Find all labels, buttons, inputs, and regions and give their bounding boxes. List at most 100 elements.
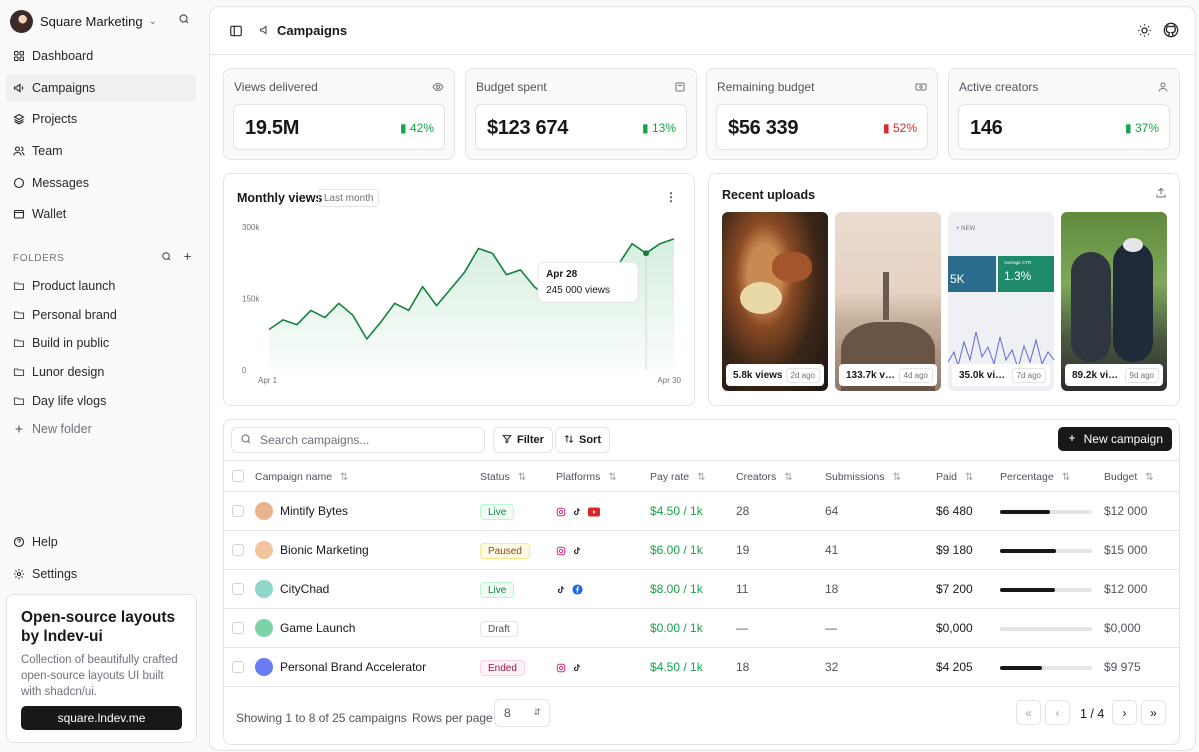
row-checkbox[interactable] xyxy=(232,661,244,673)
row-checkbox[interactable] xyxy=(232,544,244,556)
table-row[interactable]: Bionic Marketing Paused $6.00 / 1k 19 41 $9 1… xyxy=(224,531,1179,570)
sidebar: Square Marketing ⌄ Dashboard Campaigns P… xyxy=(0,0,205,752)
new-folder-button[interactable]: New folder xyxy=(6,415,196,444)
nav-item-campaigns[interactable]: Campaigns xyxy=(6,73,196,102)
tiktok-icon xyxy=(572,505,582,520)
column-header[interactable]: Status ⇅ xyxy=(480,471,526,483)
column-label: Budget xyxy=(1104,471,1138,483)
folder-item[interactable]: Lunor design xyxy=(6,358,196,387)
row-checkbox[interactable] xyxy=(232,505,244,517)
stat-card-budget-spent: Budget spent $123 674 ▮︎ 13% xyxy=(465,68,697,160)
new-campaign-button[interactable]: New campaign xyxy=(1057,427,1172,451)
table-row[interactable]: Game Launch Draft $0.00 / 1k — — $0,000 $0,000 xyxy=(224,609,1179,648)
folder-item[interactable]: Build in public xyxy=(6,329,196,358)
column-header[interactable]: Submissions ⇅ xyxy=(825,471,901,483)
cyclist-shape xyxy=(1071,252,1111,362)
stat-delta-value: 13% xyxy=(651,121,676,135)
upload-meta: 5.8k views 2d ago xyxy=(726,364,824,386)
budget-amount: $12 000 xyxy=(1104,582,1148,596)
plus-icon[interactable] xyxy=(182,251,193,265)
rows-per-page-label: Rows per page xyxy=(412,711,493,725)
upload-thumbnail[interactable]: 89.2k views9d ago xyxy=(1061,212,1167,391)
table-row[interactable]: Mintify Bytes Live $4.50 / 1k 28 64 $6 480 $12… xyxy=(224,492,1179,531)
stat-inner: 19.5M ▮︎ 42% xyxy=(233,104,445,150)
search-icon[interactable] xyxy=(161,251,172,265)
filter-button[interactable]: Filter xyxy=(493,427,553,453)
promo-title: Open-source layouts by lndev-ui xyxy=(21,609,176,645)
column-header[interactable]: Campaign name ⇅ xyxy=(255,471,348,483)
first-page-button[interactable]: « xyxy=(1016,700,1041,725)
new-folder-label: New folder xyxy=(32,422,92,437)
campaign-name[interactable]: Mintify Bytes xyxy=(280,504,348,518)
folder-label: Lunor design xyxy=(32,365,105,380)
select-all-checkbox[interactable] xyxy=(232,470,244,482)
nav-item-settings[interactable]: Settings xyxy=(6,560,196,588)
sort-arrows-icon: ⇅ xyxy=(1145,471,1154,483)
folder-item[interactable]: Personal brand xyxy=(6,301,196,330)
share-icon[interactable] xyxy=(1155,187,1167,202)
next-page-button[interactable]: › xyxy=(1112,700,1137,725)
column-header[interactable]: Budget ⇅ xyxy=(1104,471,1154,483)
page-title: Campaigns xyxy=(277,23,348,38)
github-icon[interactable] xyxy=(1163,22,1179,41)
folder-label: Personal brand xyxy=(32,307,117,322)
nav-item-dashboard[interactable]: Dashboard xyxy=(6,42,196,70)
column-header[interactable]: Paid ⇅ xyxy=(936,471,973,483)
budget-amount: $12 000 xyxy=(1104,504,1148,518)
campaign-name[interactable]: CityChad xyxy=(280,582,329,596)
column-header[interactable]: Creators ⇅ xyxy=(736,471,793,483)
nav-item-help[interactable]: Help xyxy=(6,528,196,556)
avatar xyxy=(255,619,273,637)
prev-page-button[interactable]: ‹ xyxy=(1045,700,1070,725)
search-input[interactable] xyxy=(260,433,460,447)
sun-icon[interactable] xyxy=(1137,23,1152,41)
promo-link-button[interactable]: square.lndev.me xyxy=(21,706,182,730)
row-checkbox[interactable] xyxy=(232,622,244,634)
stat-inner: $56 339 ▮︎ 52% xyxy=(716,104,928,150)
nav-item-messages[interactable]: Messages xyxy=(6,169,196,197)
upload-thumbnail[interactable]: 5.8k views 2d ago xyxy=(722,212,828,391)
stat-delta: ▮︎ 52% xyxy=(883,121,917,135)
stat-delta: ▮︎ 13% xyxy=(642,121,676,135)
upload-thumbnail[interactable]: + NEW 5K Average CTR 1.3% 35.0k views7d … xyxy=(948,212,1054,391)
folder-item[interactable]: Day life vlogs xyxy=(6,386,196,415)
nav-item-projects[interactable]: Projects xyxy=(6,105,196,133)
nav-item-wallet[interactable]: Wallet xyxy=(6,200,196,228)
folder-list: Product launch Personal brand Build in p… xyxy=(6,272,196,444)
column-header[interactable]: Platforms ⇅ xyxy=(556,471,617,483)
sort-arrows-icon: ⇅ xyxy=(517,471,527,483)
workspace-switcher[interactable]: Square Marketing ⌄ xyxy=(10,9,200,33)
column-header[interactable]: Pay rate ⇅ xyxy=(650,471,706,483)
new-campaign-label: New campaign xyxy=(1083,432,1163,446)
nav-item-team[interactable]: Team xyxy=(6,137,196,165)
search-field[interactable] xyxy=(231,427,485,453)
filter-icon xyxy=(502,434,512,447)
rows-per-page-select[interactable]: 8 ⇵ xyxy=(494,699,550,727)
last-page-button[interactable]: » xyxy=(1141,700,1166,725)
tile-value: 1.3% xyxy=(1004,269,1032,283)
table-row[interactable]: CityChad Live $8.00 / 1k 11 18 $7 200 $12 000 xyxy=(224,570,1179,609)
table-row[interactable]: Personal Brand Accelerator Ended $4.50 / 1… xyxy=(224,648,1179,687)
upload-thumbnail[interactable]: 133.7k views4d ago xyxy=(835,212,941,391)
sort-arrows-icon: ⇅ xyxy=(608,471,617,483)
pay-rate: $4.50 / 1k xyxy=(650,504,703,518)
sort-arrows-icon: ⇅ xyxy=(340,471,349,483)
food-shape xyxy=(772,252,812,282)
stat-inner: $123 674 ▮︎ 13% xyxy=(475,104,687,150)
campaign-name[interactable]: Personal Brand Accelerator xyxy=(280,660,426,674)
sort-button[interactable]: Sort xyxy=(555,427,610,453)
table-header: Campaign name ⇅ Status ⇅ Platforms ⇅ Pay ra… xyxy=(224,460,1179,492)
sort-label: Sort xyxy=(579,434,601,446)
column-header[interactable]: Percentage ⇅ xyxy=(1000,471,1070,483)
search-icon[interactable] xyxy=(178,13,190,28)
campaign-name[interactable]: Game Launch xyxy=(280,621,355,635)
nav-item-label: Wallet xyxy=(32,207,67,222)
submissions-count: 41 xyxy=(825,543,839,557)
row-checkbox[interactable] xyxy=(232,583,244,595)
chevron-left-icon: ‹ xyxy=(1055,705,1060,720)
campaign-name[interactable]: Bionic Marketing xyxy=(280,543,369,557)
stat-card-remaining-budget: Remaining budget $56 339 ▮︎ 52% xyxy=(706,68,938,160)
folder-item[interactable]: Product launch xyxy=(6,272,196,301)
data-point xyxy=(643,250,650,257)
sidebar-toggle-icon[interactable] xyxy=(229,24,243,41)
